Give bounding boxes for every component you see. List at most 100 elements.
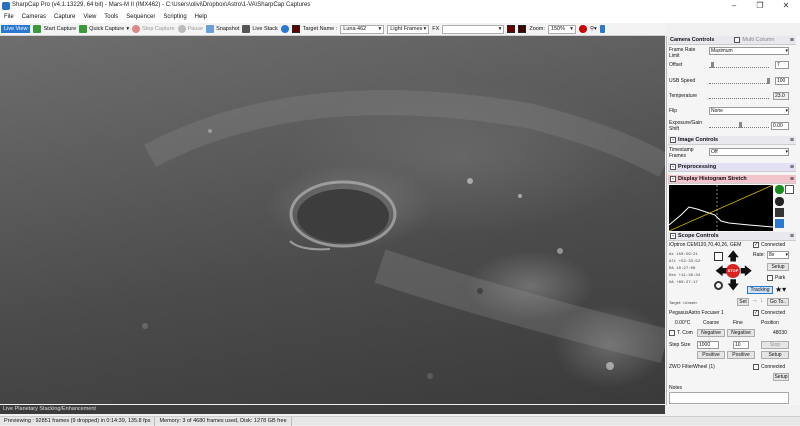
gear-icon[interactable]: [775, 197, 784, 206]
filterwheel-connected-checkbox[interactable]: [753, 364, 759, 370]
timestamp-frames-select[interactable]: Off ▾: [709, 148, 789, 156]
flip-value: None: [711, 108, 723, 114]
camera-preview[interactable]: [0, 36, 665, 404]
histogram-icon[interactable]: [578, 25, 587, 33]
filterwheel-setup-button[interactable]: Setup: [773, 373, 789, 381]
arrow-down-button[interactable]: 🡇: [727, 279, 739, 291]
park-checkbox[interactable]: [767, 275, 773, 281]
histogram-chart[interactable]: [668, 184, 774, 232]
tcomp-label: T. Com: [677, 330, 693, 336]
collapse-icon[interactable]: -: [670, 233, 676, 239]
focuser-setup-button[interactable]: Setup: [761, 351, 789, 359]
menu-icon[interactable]: ≡: [790, 164, 794, 171]
star-icon[interactable]: ★▾: [775, 285, 786, 294]
exposure-gain-shift-slider[interactable]: [709, 122, 769, 128]
menu-tools[interactable]: Tools: [100, 12, 122, 20]
live-stack-button[interactable]: Live Stack: [242, 25, 278, 33]
collapse-icon[interactable]: -: [670, 176, 676, 182]
tcomp-checkbox[interactable]: [669, 330, 675, 336]
menu-icon[interactable]: ≡: [790, 137, 794, 144]
target-name-input[interactable]: Luna 462 ▾: [340, 24, 385, 34]
step-size-input[interactable]: 1000: [697, 341, 719, 349]
coarse-positive-button[interactable]: Positive: [697, 351, 725, 359]
fx-select[interactable]: ▾: [442, 24, 505, 34]
offset-input[interactable]: 7: [775, 61, 789, 69]
camera-controls-header[interactable]: Camera Controls Multi Column ≡: [668, 36, 796, 45]
save-icon[interactable]: [775, 219, 784, 228]
menu-scripting[interactable]: Scripting: [159, 12, 190, 20]
focuser-connected-checkbox[interactable]: ✓: [753, 310, 759, 316]
fine-positive-button[interactable]: Positive: [727, 351, 755, 359]
histogram-stretch-header[interactable]: - Display Histogram Stretch ≡: [668, 175, 796, 184]
frame-rate-select[interactable]: Maximum ▾: [709, 47, 789, 55]
menu-icon[interactable]: ≡: [790, 233, 794, 240]
start-capture-button[interactable]: Start Capture: [33, 25, 76, 33]
preprocessing-header[interactable]: - Preprocessing ≡: [668, 163, 796, 172]
restore-button[interactable]: ❐: [748, 0, 772, 12]
temperature-slider[interactable]: [709, 95, 769, 99]
collapse-icon[interactable]: -: [670, 164, 676, 170]
zoom-value: 150%: [550, 26, 565, 32]
coarse-negative-button[interactable]: Negative: [697, 329, 725, 337]
position-label: Position: [761, 320, 779, 326]
park-target-icon[interactable]: [714, 281, 723, 290]
toolbar: Live View Start Capture Quick Capture ▾ S…: [0, 23, 665, 36]
scope-connected-checkbox[interactable]: ✓: [753, 242, 759, 248]
fine-step-input[interactable]: 10: [733, 341, 749, 349]
color-swatch-icon[interactable]: [518, 25, 527, 33]
menu-icon[interactable]: ≡: [790, 37, 794, 44]
menu-icon[interactable]: ≡: [790, 176, 794, 183]
stacking-banner[interactable]: Live Planetary Stacking/Enhancement: [0, 405, 665, 414]
set-button[interactable]: Set: [737, 298, 749, 306]
arrow-right-button[interactable]: 🡆: [740, 265, 752, 277]
color-swatch-icon[interactable]: [507, 25, 516, 33]
scope-controls-header[interactable]: - Scope Controls ≡: [668, 232, 796, 241]
exposure-gain-shift-input[interactable]: 0.00: [771, 122, 789, 130]
pen-icon[interactable]: [599, 25, 605, 33]
image-controls-header[interactable]: - Image Controls ≡: [668, 136, 796, 145]
usb-speed-label: USB Speed: [669, 78, 696, 84]
usb-speed-slider[interactable]: [709, 78, 770, 84]
notes-textarea[interactable]: [669, 392, 789, 404]
snapshot-button[interactable]: Snapshot: [206, 25, 239, 33]
menu-help[interactable]: Help: [191, 12, 211, 20]
close-button[interactable]: ✕: [774, 0, 798, 12]
live-view-button[interactable]: Live View: [1, 25, 31, 33]
goto-button[interactable]: Go To..: [767, 298, 789, 306]
coords-readout: Az 150:59:21 Alt +52:33:52 RA 10:27:06 D…: [669, 252, 709, 296]
menu-capture[interactable]: Capture: [50, 12, 79, 20]
color-swatch-icon[interactable]: [291, 25, 300, 33]
zoom-select[interactable]: 150% ▾: [547, 24, 576, 34]
target-icon[interactable]: [280, 25, 289, 33]
reset-icon[interactable]: [775, 208, 784, 217]
focuser-stop-button[interactable]: Stop: [761, 341, 789, 349]
collapse-icon[interactable]: -: [670, 137, 676, 143]
flip-select[interactable]: None ▾: [709, 107, 789, 115]
stop-capture-button[interactable]: Stop Capture: [132, 25, 175, 33]
home-icon[interactable]: [714, 252, 723, 261]
stop-button[interactable]: STOP: [726, 264, 740, 278]
quick-capture-button[interactable]: Quick Capture ▾: [79, 25, 129, 33]
arrow-up-button[interactable]: 🡅: [727, 250, 739, 262]
offset-slider[interactable]: [709, 62, 769, 68]
multi-column-checkbox[interactable]: [734, 37, 741, 43]
minimize-button[interactable]: –: [722, 0, 746, 12]
menu-sequencer[interactable]: Sequencer: [122, 12, 159, 20]
auto-stretch-icon[interactable]: [775, 185, 784, 194]
menu-file[interactable]: File: [0, 12, 18, 20]
pause-button[interactable]: Pause: [177, 25, 203, 33]
target-name-label: Target Name :: [302, 26, 338, 32]
magnifier-icon[interactable]: ⚲▾: [590, 26, 597, 32]
menu-cameras[interactable]: Cameras: [18, 12, 50, 20]
tracking-button[interactable]: Tracking: [747, 286, 773, 294]
frame-type-select[interactable]: Light Frames ▾: [387, 24, 430, 34]
offset-label: Offset: [669, 62, 683, 68]
usb-speed-input[interactable]: 100: [775, 77, 789, 85]
contrast-icon[interactable]: [785, 185, 794, 194]
title-bar: SharpCap Pro (v4.1.13229, 64 bit) - Mars…: [0, 0, 800, 12]
rate-select[interactable]: 8x ▾: [767, 251, 789, 259]
fine-negative-button[interactable]: Negative: [727, 329, 755, 337]
stop-icon: [132, 25, 141, 33]
scope-setup-button[interactable]: Setup: [767, 263, 789, 271]
menu-view[interactable]: View: [79, 12, 100, 20]
